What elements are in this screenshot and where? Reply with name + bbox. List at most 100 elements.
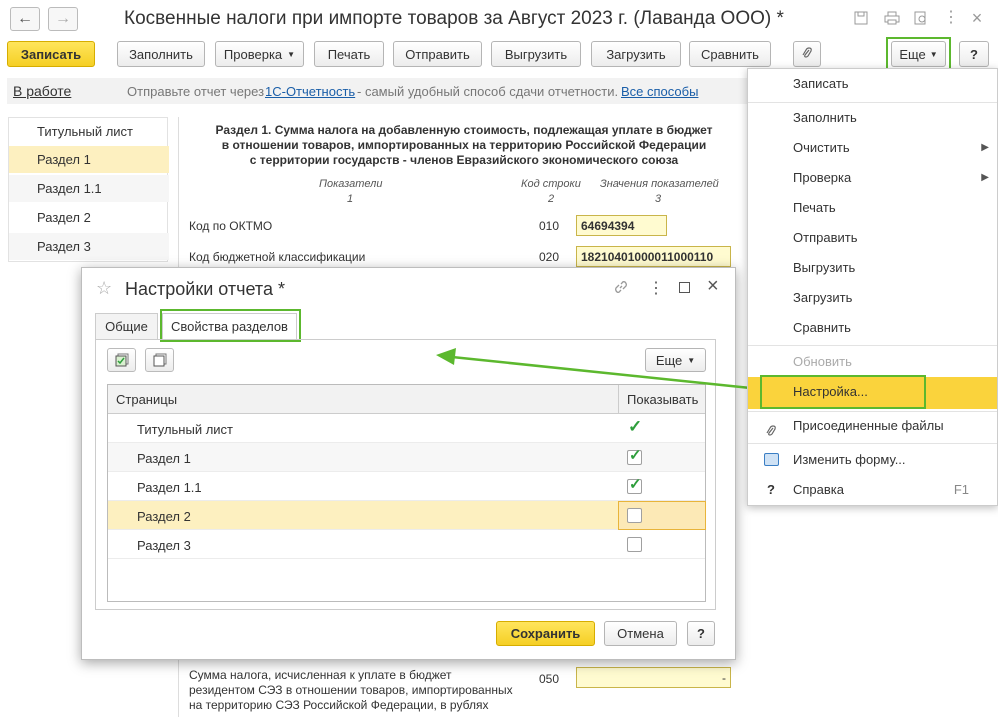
dialog-close-icon[interactable]: × xyxy=(707,275,719,298)
submenu-arrow-icon: ▶ xyxy=(981,142,989,153)
send-button[interactable]: Отправить xyxy=(393,41,482,67)
kbk-code: 020 xyxy=(539,250,560,264)
export-button[interactable]: Выгрузить xyxy=(491,41,581,67)
section-heading-line1: Раздел 1. Сумма налога на добавленную ст… xyxy=(215,123,713,137)
kbk-field[interactable]: 18210401000011000110 xyxy=(576,246,731,267)
table-row[interactable]: Титульный лист ✓ xyxy=(108,414,705,443)
nav-item-title-page[interactable]: Титульный лист xyxy=(9,118,169,145)
checkmark-icon: ✓ xyxy=(629,476,642,493)
menu-item-send[interactable]: Отправить xyxy=(748,223,997,253)
submenu-arrow-icon: ▶ xyxy=(981,172,989,183)
compare-button[interactable]: Сравнить xyxy=(689,41,771,67)
dropdown-arrow-icon: ▼ xyxy=(287,49,296,59)
nav-item-section-2[interactable]: Раздел 2 xyxy=(9,204,169,231)
table-row[interactable]: Раздел 1 ✓ xyxy=(108,443,705,472)
menu-item-compare[interactable]: Сравнить xyxy=(748,313,997,343)
show-checkbox[interactable]: ✓ xyxy=(627,476,642,494)
table-row-selected[interactable]: Раздел 2 xyxy=(108,501,706,530)
menu-item-import[interactable]: Загрузить xyxy=(748,283,997,313)
more-dropdown-menu: Записать Заполнить Очистить ▶ Проверка ▶ П… xyxy=(747,68,998,506)
oktmo-field[interactable]: 64694394 xyxy=(576,215,667,236)
col-pages-header: Страницы xyxy=(116,392,178,407)
tab-highlight xyxy=(160,309,301,342)
maximize-icon[interactable] xyxy=(679,282,690,293)
status-link[interactable]: В работе xyxy=(13,83,71,99)
forward-button[interactable]: → xyxy=(48,7,78,31)
col2-number: 2 xyxy=(548,193,555,205)
col3-header: Значения показателей xyxy=(600,178,719,190)
check-label: Проверка xyxy=(223,46,283,62)
show-checkbox[interactable]: ✓ xyxy=(627,447,642,465)
tab-panel: Еще ▼ Страницы Показывать Титульный лист … xyxy=(95,339,716,610)
column-divider xyxy=(618,385,619,414)
menu-item-change-form[interactable]: Изменить форму... xyxy=(748,445,997,475)
oktmo-code: 010 xyxy=(539,219,560,233)
all-methods-link[interactable]: Все способы xyxy=(621,84,698,99)
menu-item-export[interactable]: Выгрузить xyxy=(748,253,997,283)
uncheck-all-button[interactable] xyxy=(145,348,174,372)
window-title: Косвенные налоги при импорте товаров за … xyxy=(124,8,784,29)
save-button[interactable]: Записать xyxy=(7,41,95,67)
attach-button[interactable] xyxy=(793,41,821,67)
menu-item-fill[interactable]: Заполнить xyxy=(748,103,997,133)
tab-general[interactable]: Общие xyxy=(95,313,158,339)
import-button[interactable]: Загрузить xyxy=(591,41,681,67)
pages-table: Страницы Показывать Титульный лист ✓ Раз… xyxy=(107,384,706,602)
preview-icon[interactable] xyxy=(912,9,930,27)
more-button-highlight xyxy=(886,37,951,71)
menu-item-print[interactable]: Печать xyxy=(748,193,997,223)
print-button[interactable]: Печать xyxy=(314,41,384,67)
back-button[interactable]: ← xyxy=(10,7,40,31)
print-icon[interactable] xyxy=(883,9,901,27)
arrow-right-icon: → xyxy=(55,10,71,27)
tax-sum-label-line3: на территорию СЭЗ Российской Федерации, … xyxy=(189,698,489,712)
fill-button[interactable]: Заполнить xyxy=(117,41,205,67)
form-settings-icon xyxy=(764,453,779,466)
show-checkbox[interactable] xyxy=(627,537,642,552)
nav-item-section-1-1[interactable]: Раздел 1.1 xyxy=(9,175,169,202)
menu-separator xyxy=(748,345,997,346)
menu-item-attached-files[interactable]: Присоединенные файлы xyxy=(748,411,997,441)
tax-sum-code: 050 xyxy=(539,672,560,686)
nav-item-section-3[interactable]: Раздел 3 xyxy=(9,233,169,260)
show-checkbox[interactable] xyxy=(627,508,642,523)
report-settings-dialog: ☆ Настройки отчета * ⋮ × Общие Свойства … xyxy=(81,267,736,660)
reporting-link[interactable]: 1С-Отчетность xyxy=(265,84,355,99)
tax-sum-field[interactable]: - xyxy=(576,667,731,688)
info-text-after: - самый удобный способ сдачи отчетности. xyxy=(357,84,619,99)
menu-item-attached-files-label: Присоединенные файлы xyxy=(793,418,944,433)
table-row[interactable]: Раздел 3 xyxy=(108,530,705,559)
info-bar: В работе Отправьте отчет через 1С-Отчетн… xyxy=(7,78,747,104)
dialog-save-button[interactable]: Сохранить xyxy=(496,621,595,646)
paperclip-icon xyxy=(801,46,813,63)
menu-item-help[interactable]: ? Справка F1 xyxy=(748,475,997,505)
check-all-button[interactable] xyxy=(107,348,136,372)
close-icon[interactable]: × xyxy=(968,8,986,28)
nav-item-section-1[interactable]: Раздел 1 xyxy=(9,146,169,173)
row-label: Раздел 2 xyxy=(137,509,191,524)
col3-number: 3 xyxy=(655,193,662,205)
dialog-cancel-button[interactable]: Отмена xyxy=(604,621,677,646)
dialog-more-icon[interactable]: ⋮ xyxy=(648,278,664,298)
row-label: Раздел 1 xyxy=(137,451,191,466)
tax-sum-label-line2: резидентом СЭЗ в отношении товаров, импо… xyxy=(189,683,513,697)
dialog-more-button[interactable]: Еще ▼ xyxy=(645,348,706,372)
menu-item-check[interactable]: Проверка ▶ xyxy=(748,163,997,193)
section-heading-line2: в отношении товаров, импортированных на … xyxy=(221,138,707,152)
menu-item-clear[interactable]: Очистить ▶ xyxy=(748,133,997,163)
settings-highlight xyxy=(760,375,926,409)
save-icon[interactable] xyxy=(852,9,870,27)
dialog-help-button[interactable]: ? xyxy=(687,621,715,646)
more-options-icon[interactable]: ⋮ xyxy=(942,9,960,27)
row-label: Титульный лист xyxy=(137,422,234,437)
star-icon[interactable]: ☆ xyxy=(96,278,112,299)
col-show-header: Показывать xyxy=(627,392,699,407)
checkmark-icon: ✓ xyxy=(629,447,642,464)
col1-header: Показатели xyxy=(319,178,383,190)
kbk-label: Код бюджетной классификации xyxy=(189,250,366,264)
link-icon[interactable] xyxy=(613,279,629,298)
check-dropdown-button[interactable]: Проверка ▼ xyxy=(215,41,304,67)
help-button[interactable]: ? xyxy=(959,41,989,67)
menu-item-save[interactable]: Записать xyxy=(748,69,997,99)
table-row[interactable]: Раздел 1.1 ✓ xyxy=(108,472,705,501)
